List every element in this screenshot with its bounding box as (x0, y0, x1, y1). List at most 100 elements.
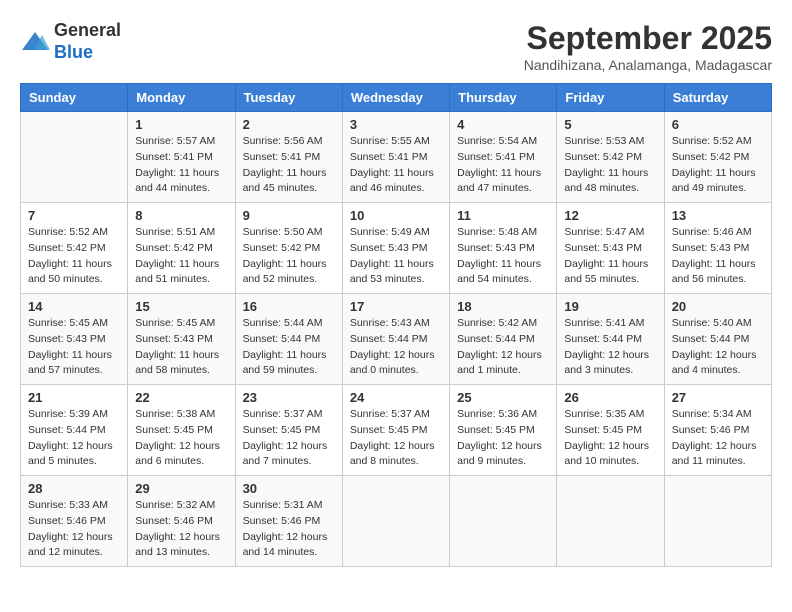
day-number: 13 (672, 208, 764, 223)
header-day-monday: Monday (128, 84, 235, 112)
calendar-cell (342, 476, 449, 567)
calendar-cell (557, 476, 664, 567)
day-number: 30 (243, 481, 335, 496)
calendar-cell: 24 Sunrise: 5:37 AM Sunset: 5:45 PM Dayli… (342, 385, 449, 476)
day-info: Sunrise: 5:46 AM Sunset: 5:43 PM Dayligh… (672, 225, 764, 288)
day-info: Sunrise: 5:45 AM Sunset: 5:43 PM Dayligh… (135, 316, 227, 379)
day-number: 18 (457, 299, 549, 314)
day-number: 7 (28, 208, 120, 223)
title-block: September 2025 Nandihizana, Analamanga, … (524, 20, 772, 73)
calendar-table: SundayMondayTuesdayWednesdayThursdayFrid… (20, 83, 772, 567)
day-info: Sunrise: 5:49 AM Sunset: 5:43 PM Dayligh… (350, 225, 442, 288)
day-info: Sunrise: 5:53 AM Sunset: 5:42 PM Dayligh… (564, 134, 656, 197)
calendar-cell: 21Sunrise: 5:39 AM Sunset: 5:44 PM Dayli… (21, 385, 128, 476)
day-info: Sunrise: 5:42 AM Sunset: 5:44 PM Dayligh… (457, 316, 549, 379)
day-number: 9 (243, 208, 335, 223)
day-number: 16 (243, 299, 335, 314)
calendar-cell (664, 476, 771, 567)
calendar-cell: 5Sunrise: 5:53 AM Sunset: 5:42 PM Daylig… (557, 112, 664, 203)
calendar-week-row: 21Sunrise: 5:39 AM Sunset: 5:44 PM Dayli… (21, 385, 772, 476)
day-info: Sunrise: 5:45 AM Sunset: 5:43 PM Dayligh… (28, 316, 120, 379)
calendar-cell: 2 Sunrise: 5:56 AM Sunset: 5:41 PM Daylig… (235, 112, 342, 203)
logo-icon (20, 30, 50, 54)
location: Nandihizana, Analamanga, Madagascar (524, 57, 772, 73)
day-info: Sunrise: 5:47 AM Sunset: 5:43 PM Dayligh… (564, 225, 656, 288)
day-number: 28 (28, 481, 120, 496)
calendar-cell: 26 Sunrise: 5:35 AM Sunset: 5:45 PM Dayli… (557, 385, 664, 476)
calendar-cell: 10 Sunrise: 5:49 AM Sunset: 5:43 PM Dayli… (342, 203, 449, 294)
calendar-cell: 30 Sunrise: 5:31 AM Sunset: 5:46 PM Dayli… (235, 476, 342, 567)
day-number: 19 (564, 299, 656, 314)
logo-text: General Blue (54, 20, 121, 63)
day-info: Sunrise: 5:35 AM Sunset: 5:45 PM Dayligh… (564, 407, 656, 470)
calendar-week-row: 28 Sunrise: 5:33 AM Sunset: 5:46 PM Dayli… (21, 476, 772, 567)
day-info: Sunrise: 5:52 AM Sunset: 5:42 PM Dayligh… (28, 225, 120, 288)
header-day-saturday: Saturday (664, 84, 771, 112)
day-number: 25 (457, 390, 549, 405)
day-number: 10 (350, 208, 442, 223)
calendar-cell: 15 Sunrise: 5:45 AM Sunset: 5:43 PM Dayli… (128, 294, 235, 385)
day-info: Sunrise: 5:37 AM Sunset: 5:45 PM Dayligh… (350, 407, 442, 470)
calendar-cell: 4 Sunrise: 5:54 AM Sunset: 5:41 PM Daylig… (450, 112, 557, 203)
calendar-week-row: 14 Sunrise: 5:45 AM Sunset: 5:43 PM Dayli… (21, 294, 772, 385)
calendar-cell: 1Sunrise: 5:57 AM Sunset: 5:41 PM Daylig… (128, 112, 235, 203)
day-number: 27 (672, 390, 764, 405)
day-number: 24 (350, 390, 442, 405)
day-number: 2 (243, 117, 335, 132)
day-number: 4 (457, 117, 549, 132)
day-number: 23 (243, 390, 335, 405)
calendar-cell: 18 Sunrise: 5:42 AM Sunset: 5:44 PM Dayli… (450, 294, 557, 385)
calendar-week-row: 1Sunrise: 5:57 AM Sunset: 5:41 PM Daylig… (21, 112, 772, 203)
day-number: 26 (564, 390, 656, 405)
calendar-cell: 20 Sunrise: 5:40 AM Sunset: 5:44 PM Dayli… (664, 294, 771, 385)
calendar-cell: 16Sunrise: 5:44 AM Sunset: 5:44 PM Dayli… (235, 294, 342, 385)
logo-general: General (54, 20, 121, 40)
day-number: 3 (350, 117, 442, 132)
day-number: 6 (672, 117, 764, 132)
day-info: Sunrise: 5:32 AM Sunset: 5:46 PM Dayligh… (135, 498, 227, 561)
calendar-cell: 17 Sunrise: 5:43 AM Sunset: 5:44 PM Dayli… (342, 294, 449, 385)
day-info: Sunrise: 5:41 AM Sunset: 5:44 PM Dayligh… (564, 316, 656, 379)
day-info: Sunrise: 5:38 AM Sunset: 5:45 PM Dayligh… (135, 407, 227, 470)
day-number: 12 (564, 208, 656, 223)
calendar-cell (450, 476, 557, 567)
day-info: Sunrise: 5:57 AM Sunset: 5:41 PM Dayligh… (135, 134, 227, 197)
day-number: 15 (135, 299, 227, 314)
day-info: Sunrise: 5:31 AM Sunset: 5:46 PM Dayligh… (243, 498, 335, 561)
day-info: Sunrise: 5:52 AM Sunset: 5:42 PM Dayligh… (672, 134, 764, 197)
day-info: Sunrise: 5:33 AM Sunset: 5:46 PM Dayligh… (28, 498, 120, 561)
calendar-cell: 29Sunrise: 5:32 AM Sunset: 5:46 PM Dayli… (128, 476, 235, 567)
calendar-cell: 7 Sunrise: 5:52 AM Sunset: 5:42 PM Daylig… (21, 203, 128, 294)
calendar-cell: 12 Sunrise: 5:47 AM Sunset: 5:43 PM Dayli… (557, 203, 664, 294)
day-info: Sunrise: 5:40 AM Sunset: 5:44 PM Dayligh… (672, 316, 764, 379)
day-number: 21 (28, 390, 120, 405)
day-number: 14 (28, 299, 120, 314)
day-info: Sunrise: 5:50 AM Sunset: 5:42 PM Dayligh… (243, 225, 335, 288)
calendar-cell: 22Sunrise: 5:38 AM Sunset: 5:45 PM Dayli… (128, 385, 235, 476)
calendar-cell: 6 Sunrise: 5:52 AM Sunset: 5:42 PM Daylig… (664, 112, 771, 203)
calendar-cell (21, 112, 128, 203)
calendar-header: SundayMondayTuesdayWednesdayThursdayFrid… (21, 84, 772, 112)
day-info: Sunrise: 5:43 AM Sunset: 5:44 PM Dayligh… (350, 316, 442, 379)
calendar-cell: 14 Sunrise: 5:45 AM Sunset: 5:43 PM Dayli… (21, 294, 128, 385)
header-day-wednesday: Wednesday (342, 84, 449, 112)
day-info: Sunrise: 5:56 AM Sunset: 5:41 PM Dayligh… (243, 134, 335, 197)
header-day-friday: Friday (557, 84, 664, 112)
day-number: 8 (135, 208, 227, 223)
day-number: 11 (457, 208, 549, 223)
header-day-tuesday: Tuesday (235, 84, 342, 112)
month-year: September 2025 (524, 20, 772, 57)
calendar-week-row: 7 Sunrise: 5:52 AM Sunset: 5:42 PM Daylig… (21, 203, 772, 294)
calendar-cell: 27 Sunrise: 5:34 AM Sunset: 5:46 PM Dayli… (664, 385, 771, 476)
day-info: Sunrise: 5:48 AM Sunset: 5:43 PM Dayligh… (457, 225, 549, 288)
calendar-cell: 19 Sunrise: 5:41 AM Sunset: 5:44 PM Dayli… (557, 294, 664, 385)
page-header: General Blue September 2025 Nandihizana,… (20, 20, 772, 73)
calendar-cell: 3Sunrise: 5:55 AM Sunset: 5:41 PM Daylig… (342, 112, 449, 203)
day-info: Sunrise: 5:34 AM Sunset: 5:46 PM Dayligh… (672, 407, 764, 470)
calendar-cell: 13 Sunrise: 5:46 AM Sunset: 5:43 PM Dayli… (664, 203, 771, 294)
day-info: Sunrise: 5:54 AM Sunset: 5:41 PM Dayligh… (457, 134, 549, 197)
day-number: 20 (672, 299, 764, 314)
day-info: Sunrise: 5:36 AM Sunset: 5:45 PM Dayligh… (457, 407, 549, 470)
day-number: 17 (350, 299, 442, 314)
calendar-cell: 23Sunrise: 5:37 AM Sunset: 5:45 PM Dayli… (235, 385, 342, 476)
